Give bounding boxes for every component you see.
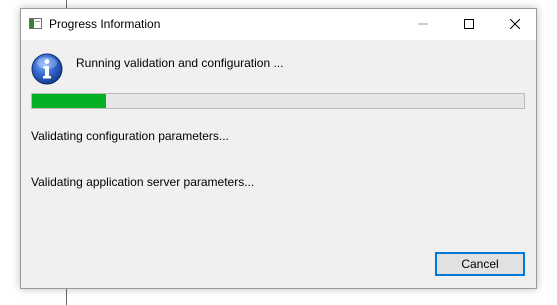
- progress-bar: [31, 93, 525, 109]
- title-bar[interactable]: Progress Information: [21, 9, 536, 40]
- progress-message: Running validation and configuration ...: [76, 56, 284, 70]
- status-text-configuration: Validating configuration parameters...: [31, 129, 229, 143]
- window-title: Progress Information: [49, 17, 161, 31]
- cancel-button[interactable]: Cancel: [435, 252, 525, 276]
- app-icon: [29, 18, 42, 29]
- close-icon: [509, 18, 521, 32]
- minimize-icon: [418, 18, 428, 32]
- maximize-icon: [464, 18, 474, 32]
- status-text-app-server: Validating application server parameters…: [31, 175, 255, 189]
- progress-bar-fill: [32, 94, 106, 108]
- close-button[interactable]: [492, 9, 538, 40]
- dialog-content: Running validation and configuration ...…: [21, 40, 536, 290]
- progress-dialog: Progress Information Running validation …: [20, 8, 537, 289]
- minimize-button[interactable]: [400, 9, 446, 40]
- info-icon: [31, 53, 63, 85]
- maximize-button[interactable]: [446, 9, 492, 40]
